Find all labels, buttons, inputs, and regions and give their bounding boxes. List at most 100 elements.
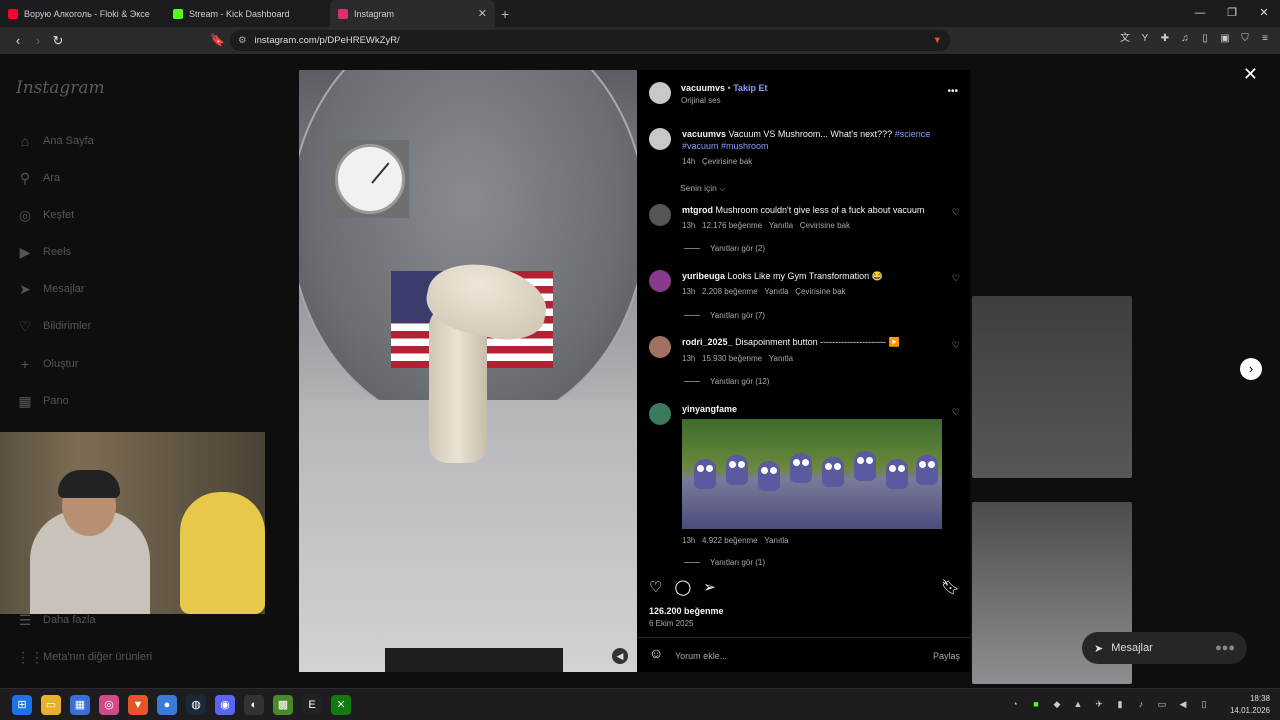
comment-gif-image[interactable] [682,419,942,529]
close-tab-icon[interactable]: ✕ [478,7,487,20]
minimize-icon[interactable]: — [1184,0,1216,27]
puzzle-icon[interactable]: ✚ [1158,32,1172,46]
like-comment-heart-icon[interactable]: ♡ [952,407,960,418]
reload-icon[interactable]: ↻ [48,33,68,49]
y-extension-icon[interactable]: Y [1138,32,1152,46]
tray-icon[interactable]: ✈ [1093,698,1105,710]
network-icon[interactable]: ▭ [1156,698,1168,710]
tray-icon[interactable]: ◔ [1009,698,1021,710]
close-icon[interactable]: ✕ [1243,64,1258,85]
audio-label[interactable]: Orijinal ses [681,95,721,107]
comment-meta: 13h 4.922 beğenme Yanıtla [682,536,789,545]
webcam-overlay [0,432,265,614]
like-heart-icon[interactable]: ♡ [649,578,662,596]
like-comment-heart-icon[interactable]: ♡ [952,207,960,218]
share-comment-button[interactable]: Paylaş [933,650,960,662]
windows-start-icon[interactable]: ⊞ [12,695,32,715]
sidebar-item-reels[interactable]: ▶ Reels [16,243,72,261]
epic-games-icon[interactable]: E [302,695,322,715]
view-replies[interactable]: Yanıtları gör (12) [684,376,769,388]
view-replies[interactable]: Yanıtları gör (2) [684,243,765,255]
like-comment-heart-icon[interactable]: ♡ [952,273,960,284]
avatar[interactable] [649,82,671,104]
bookmark-icon[interactable]: 🔖 [210,33,225,47]
like-comment-heart-icon[interactable]: ♡ [952,340,960,351]
brave-shield-icon[interactable]: ▼ [933,35,942,46]
system-tray: ◔ ■ ◆ ▲ ✈ ▮ ♪ ▭ ◀ ▯ [1009,698,1210,710]
avatar[interactable] [649,270,671,292]
tab-label: Ворую Алкоголь - Floki & Эксе [24,8,150,19]
avatar[interactable] [649,128,671,150]
minecraft-icon[interactable]: ▩ [273,695,293,715]
sidebar-toggle-icon[interactable]: ▯ [1198,32,1212,46]
comment-bubble-icon[interactable]: ◯ [674,578,691,596]
send-icon: ➤ [19,281,31,297]
wallet-icon[interactable]: ▣ [1218,32,1232,46]
site-info-icon[interactable]: ⚙ [238,35,247,46]
close-window-icon[interactable]: ✕ [1248,0,1280,27]
sidebar-item-home[interactable]: ⌂ Ana Sayfa [16,132,94,150]
tray-icon[interactable]: ▮ [1114,698,1126,710]
browser-menu-icon[interactable]: ≡ [1258,32,1272,46]
next-post-chevron-icon[interactable]: › [1240,358,1262,380]
address-bar[interactable]: ⚙ instagram.com/p/DPeHREWkZyR/ ▼ [230,30,950,51]
new-tab-button[interactable]: + [501,6,509,22]
tray-icon[interactable]: ◆ [1051,698,1063,710]
messages-float-button[interactable]: ➤ Mesajlar ●●● [1082,632,1247,664]
clock[interactable]: 18:38 14.01.2026 [1230,693,1270,717]
instagram-app-icon[interactable]: ◎ [99,695,119,715]
vpn-icon[interactable]: ⛉ [1238,32,1252,46]
streamer-headset [58,470,120,498]
tab-instagram[interactable]: Instagram ✕ [330,0,495,27]
obs-icon[interactable]: ◐ [244,695,264,715]
speaker-icon[interactable]: ◀ [612,648,628,664]
sidebar-item-notifications[interactable]: ♡ Bildirimler [16,317,92,335]
volume-icon[interactable]: ◀ [1177,698,1189,710]
brave-icon[interactable]: ▼ [128,695,148,715]
share-send-icon[interactable]: ➢ [703,578,716,596]
caption: vacuumvs Vacuum VS Mushroom... What's ne… [682,129,931,151]
avatar[interactable] [649,204,671,226]
background-post-thumbnail[interactable] [972,296,1132,478]
microphone-icon[interactable]: ♪ [1135,698,1147,710]
comment-username[interactable]: yinyangfame [682,403,737,415]
bookmark-save-icon[interactable]: 🔖︎ [941,578,960,596]
tray-icon[interactable]: ▲ [1072,698,1084,710]
comment-sort[interactable]: Senin için ⌵ [680,182,726,194]
tab-kick[interactable]: Stream - Kick Dashboard [165,0,330,27]
sidebar-item-explore[interactable]: ◎ Keşfet [16,206,74,224]
discord-icon[interactable]: ◉ [215,695,235,715]
forward-icon[interactable]: › [28,33,48,48]
tray-icon[interactable]: ■ [1030,698,1042,710]
battery-icon[interactable]: ▯ [1198,698,1210,710]
more-options-icon[interactable]: ••• [947,86,958,98]
media-icon[interactable]: ♫ [1178,32,1192,46]
emoji-icon[interactable]: ☺ [649,646,663,660]
instagram-logo[interactable]: Instagram [16,78,105,98]
sidebar-item-create[interactable]: + Oluştur [16,355,79,373]
sidebar-item-dashboard[interactable]: ▦ Pano [16,392,68,410]
view-replies[interactable]: Yanıtları gör (1) [684,557,765,569]
sidebar-item-meta[interactable]: ⋮⋮ Meta'nın diğer ürünleri [16,648,152,666]
post-video[interactable]: ◀ [299,70,637,672]
sidebar-item-messages[interactable]: ➤ Mesajlar [16,280,84,298]
back-icon[interactable]: ‹ [8,33,28,48]
browser-toolbar: ‹ › ↻ 🔖 ⚙ instagram.com/p/DPeHREWkZyR/ ▼… [0,27,1280,54]
app-icon[interactable]: ● [157,695,177,715]
post-username[interactable]: vacuumvs [681,83,725,93]
avatar[interactable] [649,336,671,358]
view-replies[interactable]: Yanıtları gör (7) [684,310,765,322]
avatar[interactable] [649,403,671,425]
translate-icon[interactable]: 文 [1118,32,1132,46]
steam-icon[interactable]: ◍ [186,695,206,715]
like-count[interactable]: 126.200 beğenme [649,605,724,617]
xbox-icon[interactable]: ✕ [331,695,351,715]
app-icon[interactable]: ▦ [70,695,90,715]
restore-icon[interactable]: ❐ [1216,0,1248,27]
comment-input[interactable]: Yorum ekle... [675,650,727,662]
follow-button[interactable]: Takip Et [733,83,767,93]
sidebar-item-search[interactable]: ⚲ Ara [16,169,60,187]
tab-youtube[interactable]: Ворую Алкоголь - Floki & Эксе [0,0,165,27]
file-explorer-icon[interactable]: ▭ [41,695,61,715]
windows-taskbar: ⊞ ▭ ▦ ◎ ▼ ● ◍ ◉ ◐ ▩ E ✕ ◔ ■ ◆ ▲ ✈ ▮ ♪ ▭ … [0,688,1280,720]
